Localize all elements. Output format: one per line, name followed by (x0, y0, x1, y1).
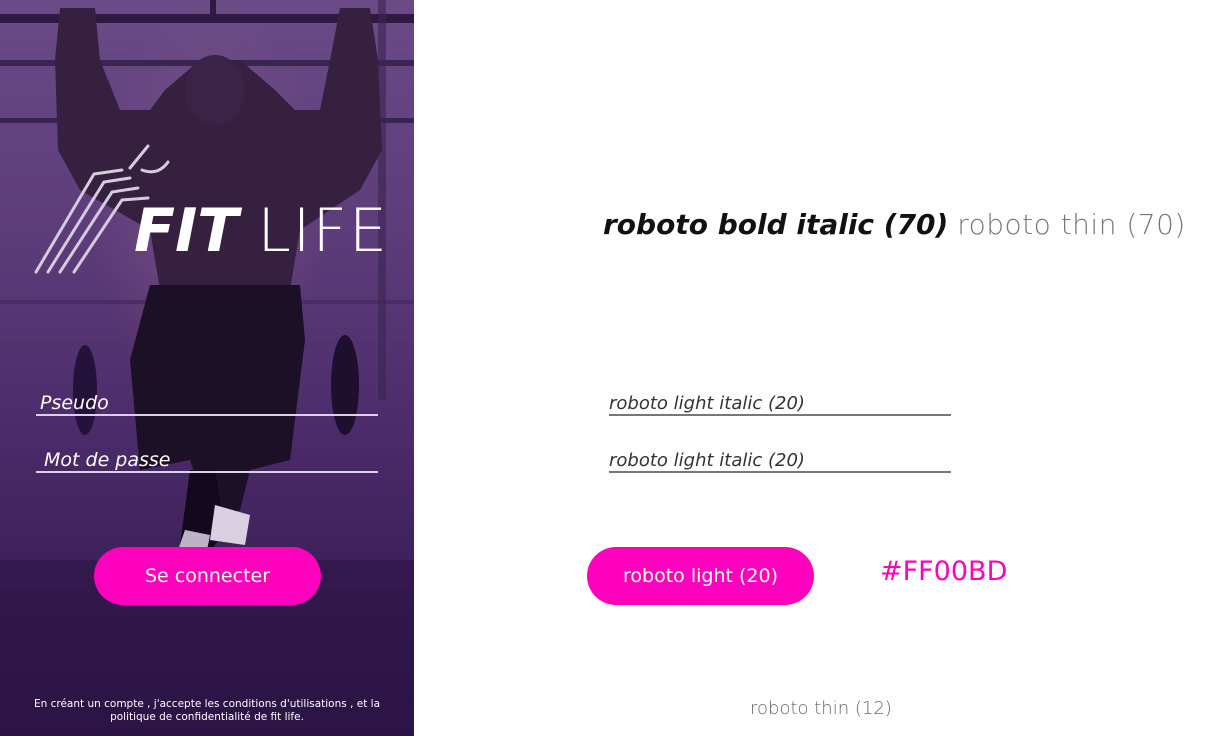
title-bold-sample: roboto bold italic (70) (603, 208, 949, 241)
username-field[interactable]: Pseudo (36, 384, 378, 416)
login-button[interactable]: Se connecter (94, 547, 321, 605)
sample-field-2: roboto light italic (20) (609, 443, 951, 473)
logo-text: FIT LIFE (134, 196, 389, 266)
login-screen-mockup: FIT LIFE Pseudo Mot de passe Se connecte… (0, 0, 414, 736)
password-placeholder: Mot de passe (44, 449, 171, 471)
gym-background-image (0, 0, 414, 736)
sample-field-2-label: roboto light italic (20) (609, 450, 805, 471)
terms-line-1: En créant un compte , j'accepte les cond… (33, 698, 381, 710)
small-text-sample: roboto thin (12) (750, 698, 892, 719)
title-thin-sample: roboto thin (70) (957, 208, 1186, 241)
terms-notice: En créant un compte , j'accepte les cond… (30, 698, 384, 724)
typography-title: roboto bold italic (70) roboto thin (70) (603, 208, 1186, 241)
accent-color-code: #FF00BD (880, 556, 1008, 587)
logo-word-life: LIFE (257, 196, 389, 266)
sample-button: roboto light (20) (587, 547, 814, 605)
sample-field-1-label: roboto light italic (20) (609, 393, 805, 414)
logo-word-fit: FIT (134, 196, 239, 266)
password-field[interactable]: Mot de passe (36, 441, 378, 473)
username-placeholder: Pseudo (40, 392, 109, 414)
sample-field-1: roboto light italic (20) (609, 386, 951, 416)
terms-line-2: politique de confidentialité de fit life… (110, 711, 304, 723)
